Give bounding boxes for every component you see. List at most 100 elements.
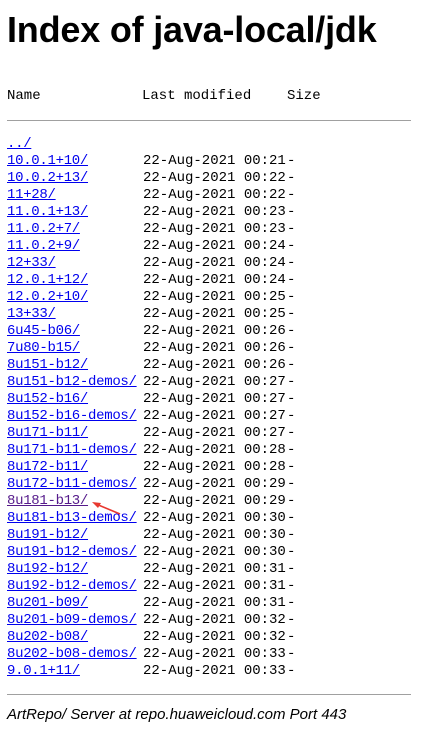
directory-link[interactable]: 10.0.1+10/ (7, 153, 88, 170)
last-modified-cell: 22-Aug-2021 00:28 (143, 442, 286, 458)
directory-link[interactable]: 8u181-b13/ (7, 493, 88, 510)
size-cell: - (287, 408, 296, 424)
table-row: 8u172-b11-demos/22-Aug-2021 00:29- (7, 476, 295, 493)
size-cell: - (287, 357, 296, 373)
directory-link[interactable]: 11+28/ (7, 187, 56, 204)
table-row: 8u192-b12/22-Aug-2021 00:31- (7, 561, 295, 578)
last-modified-cell: 22-Aug-2021 00:22 (143, 187, 286, 203)
last-modified-cell: 22-Aug-2021 00:24 (143, 238, 286, 254)
directory-link[interactable]: 8u171-b11-demos/ (7, 442, 137, 459)
directory-link[interactable]: 8u191-b12/ (7, 527, 88, 544)
table-row: 8u202-b08/22-Aug-2021 00:32- (7, 629, 295, 646)
last-modified-cell: 22-Aug-2021 00:30 (143, 544, 286, 560)
directory-link[interactable]: 8u201-b09-demos/ (7, 612, 137, 629)
table-row: 13+33/22-Aug-2021 00:25- (7, 306, 295, 323)
table-row: 8u152-b16-demos/22-Aug-2021 00:27- (7, 408, 295, 425)
directory-link[interactable]: 8u171-b11/ (7, 425, 88, 442)
table-row: 8u152-b16/22-Aug-2021 00:27- (7, 391, 295, 408)
directory-link[interactable]: 7u80-b15/ (7, 340, 80, 357)
table-row: 8u201-b09-demos/22-Aug-2021 00:32- (7, 612, 295, 629)
table-row: 8u151-b12-demos/22-Aug-2021 00:27- (7, 374, 295, 391)
directory-link[interactable]: 10.0.2+13/ (7, 170, 88, 187)
directory-link[interactable]: 12.0.1+12/ (7, 272, 88, 289)
last-modified-cell: 22-Aug-2021 00:28 (143, 459, 286, 475)
last-modified-cell: 22-Aug-2021 00:26 (143, 340, 286, 356)
table-row: 8u181-b13/22-Aug-2021 00:29- (7, 493, 295, 510)
last-modified-cell: 22-Aug-2021 00:27 (143, 408, 286, 424)
last-modified-cell: 22-Aug-2021 00:30 (143, 510, 286, 526)
column-header-last-modified[interactable]: Last modified (142, 88, 251, 105)
directory-link[interactable]: 12.0.2+10/ (7, 289, 88, 306)
size-cell: - (287, 442, 296, 458)
last-modified-cell: 22-Aug-2021 00:25 (143, 306, 286, 322)
size-cell: - (287, 153, 296, 169)
table-row: 11+28/22-Aug-2021 00:22- (7, 187, 295, 204)
directory-listing: ../ 10.0.1+10/22-Aug-2021 00:21-10.0.2+1… (7, 136, 295, 680)
size-cell: - (287, 204, 296, 220)
table-row: 9.0.1+11/22-Aug-2021 00:33- (7, 663, 295, 680)
table-row: 8u151-b12/22-Aug-2021 00:26- (7, 357, 295, 374)
table-row: 8u192-b12-demos/22-Aug-2021 00:31- (7, 578, 295, 595)
size-cell: - (287, 527, 296, 543)
column-header-name[interactable]: Name (7, 88, 41, 105)
table-row: 11.0.2+9/22-Aug-2021 00:24- (7, 238, 295, 255)
directory-link[interactable]: 13+33/ (7, 306, 56, 323)
last-modified-cell: 22-Aug-2021 00:31 (143, 578, 286, 594)
red-arrow-icon (92, 502, 121, 515)
page-title: Index of java-local/jdk (7, 9, 377, 50)
size-cell: - (287, 459, 296, 475)
last-modified-cell: 22-Aug-2021 00:33 (143, 663, 286, 679)
size-cell: - (287, 374, 296, 390)
size-cell: - (287, 544, 296, 560)
last-modified-cell: 22-Aug-2021 00:29 (143, 476, 286, 492)
directory-link[interactable]: 8u152-b16/ (7, 391, 88, 408)
last-modified-cell: 22-Aug-2021 00:27 (143, 391, 286, 407)
directory-link[interactable]: 9.0.1+11/ (7, 663, 80, 680)
directory-link[interactable]: 8u152-b16-demos/ (7, 408, 137, 425)
directory-link[interactable]: 8u202-b08-demos/ (7, 646, 137, 663)
size-cell: - (287, 510, 296, 526)
directory-link[interactable]: 12+33/ (7, 255, 56, 272)
directory-link[interactable]: 11.0.2+7/ (7, 221, 80, 238)
last-modified-cell: 22-Aug-2021 00:24 (143, 255, 286, 271)
directory-link[interactable]: 8u191-b12-demos/ (7, 544, 137, 561)
directory-link[interactable]: 8u192-b12-demos/ (7, 578, 137, 595)
top-divider (7, 120, 411, 121)
size-cell: - (287, 255, 296, 271)
parent-row: ../ (7, 136, 41, 153)
last-modified-cell: 22-Aug-2021 00:23 (143, 221, 286, 237)
size-cell: - (287, 561, 296, 577)
directory-link[interactable]: 11.0.2+9/ (7, 238, 80, 255)
size-cell: - (287, 289, 296, 305)
last-modified-cell: 22-Aug-2021 00:29 (143, 493, 286, 509)
size-cell: - (287, 578, 296, 594)
directory-link[interactable]: 8u172-b11/ (7, 459, 88, 476)
size-cell: - (287, 425, 296, 441)
directory-link[interactable]: 8u201-b09/ (7, 595, 88, 612)
table-row: 6u45-b06/22-Aug-2021 00:26- (7, 323, 295, 340)
size-cell: - (287, 595, 296, 611)
size-cell: - (287, 663, 296, 679)
directory-link[interactable]: 8u151-b12-demos/ (7, 374, 137, 391)
directory-link[interactable]: 8u192-b12/ (7, 561, 88, 578)
directory-link[interactable]: 6u45-b06/ (7, 323, 80, 340)
table-row: 12.0.2+10/22-Aug-2021 00:25- (7, 289, 295, 306)
last-modified-cell: 22-Aug-2021 00:32 (143, 629, 286, 645)
table-row: 8u171-b11/22-Aug-2021 00:27- (7, 425, 295, 442)
table-row: 8u202-b08-demos/22-Aug-2021 00:33- (7, 646, 295, 663)
directory-link[interactable]: 11.0.1+13/ (7, 204, 88, 221)
table-row: 8u191-b12/22-Aug-2021 00:30- (7, 527, 295, 544)
size-cell: - (287, 391, 296, 407)
size-cell: - (287, 221, 296, 237)
last-modified-cell: 22-Aug-2021 00:22 (143, 170, 286, 186)
table-row: 8u172-b11/22-Aug-2021 00:28- (7, 459, 295, 476)
last-modified-cell: 22-Aug-2021 00:21 (143, 153, 286, 169)
table-row: 7u80-b15/22-Aug-2021 00:26- (7, 340, 295, 357)
parent-directory-link[interactable]: ../ (7, 136, 32, 153)
directory-link[interactable]: 8u202-b08/ (7, 629, 88, 646)
directory-link[interactable]: 8u172-b11-demos/ (7, 476, 137, 493)
table-row: 8u181-b13-demos/22-Aug-2021 00:30- (7, 510, 295, 527)
column-header-size[interactable]: Size (287, 88, 321, 105)
server-signature: ArtRepo/ Server at repo.huaweicloud.com … (7, 706, 347, 723)
directory-link[interactable]: 8u151-b12/ (7, 357, 88, 374)
